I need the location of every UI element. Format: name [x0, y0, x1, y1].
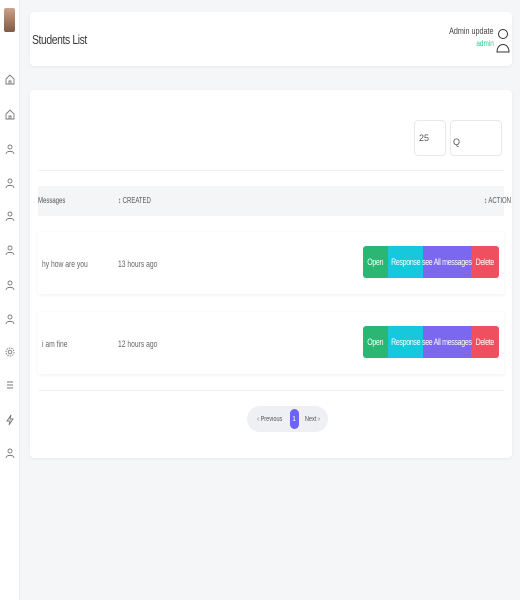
message-cell: hy how are you — [42, 259, 88, 269]
home-icon[interactable] — [3, 107, 17, 121]
menu-icon[interactable] — [3, 378, 17, 392]
see-all-messages-button[interactable]: see All messages — [422, 326, 472, 358]
see-all-messages-button[interactable]: see All messages — [422, 246, 472, 278]
user-icon[interactable] — [3, 446, 17, 460]
column-header-messages[interactable]: Messages — [38, 196, 65, 205]
table-row: hy how are you 13 hours ago Open Respons… — [38, 232, 504, 294]
user-icon[interactable] — [3, 312, 17, 326]
page-title: Students List — [32, 32, 87, 47]
previous-page-link[interactable]: ‹ Previous — [255, 416, 285, 423]
table-header: Messages ↕ CREATED ↕ ACTION — [38, 186, 511, 216]
bolt-icon[interactable] — [3, 413, 17, 427]
row-actions: Open Response see All messages Delete — [363, 246, 499, 278]
user-icon[interactable] — [3, 278, 17, 292]
open-button[interactable]: Open — [363, 246, 388, 278]
delete-button[interactable]: Delete — [471, 326, 499, 358]
page-size-select[interactable]: 25 — [414, 120, 446, 156]
user-icon[interactable] — [3, 243, 17, 257]
divider — [38, 390, 504, 391]
current-page-button[interactable]: 1 — [289, 409, 299, 429]
search-input[interactable] — [453, 137, 499, 147]
next-page-link[interactable]: Next › — [302, 416, 322, 423]
created-cell: 12 hours ago — [118, 339, 158, 349]
home-icon[interactable] — [3, 72, 17, 86]
user-avatar-icon[interactable] — [496, 26, 510, 54]
column-header-created[interactable]: ↕ CREATED — [118, 196, 151, 205]
settings-icon[interactable] — [3, 345, 17, 359]
pagination: ‹ Previous 1 Next › — [247, 406, 329, 432]
row-actions: Open Response see All messages Delete — [363, 326, 499, 358]
app-logo[interactable] — [4, 8, 15, 32]
column-header-action[interactable]: ↕ ACTION — [484, 196, 511, 205]
delete-button[interactable]: Delete — [471, 246, 499, 278]
table-row: i am fine 12 hours ago Open Response see… — [38, 312, 504, 374]
search-box[interactable] — [450, 120, 502, 156]
created-cell: 13 hours ago — [118, 259, 158, 269]
message-cell: i am fine — [42, 339, 68, 349]
response-button[interactable]: Response — [388, 246, 423, 278]
user-icon[interactable] — [3, 176, 17, 190]
user-icon[interactable] — [3, 209, 17, 223]
user-name[interactable]: Admin update — [450, 26, 494, 36]
students-list-card: 25 Messages ↕ CREATED ↕ ACTION hy how ar… — [30, 90, 512, 458]
user-role: admin — [476, 39, 494, 48]
open-button[interactable]: Open — [363, 326, 388, 358]
response-button[interactable]: Response — [388, 326, 423, 358]
user-icon[interactable] — [3, 142, 17, 156]
sidebar — [0, 0, 20, 600]
divider — [38, 170, 504, 171]
page-header: Students List Admin update admin — [30, 12, 512, 66]
